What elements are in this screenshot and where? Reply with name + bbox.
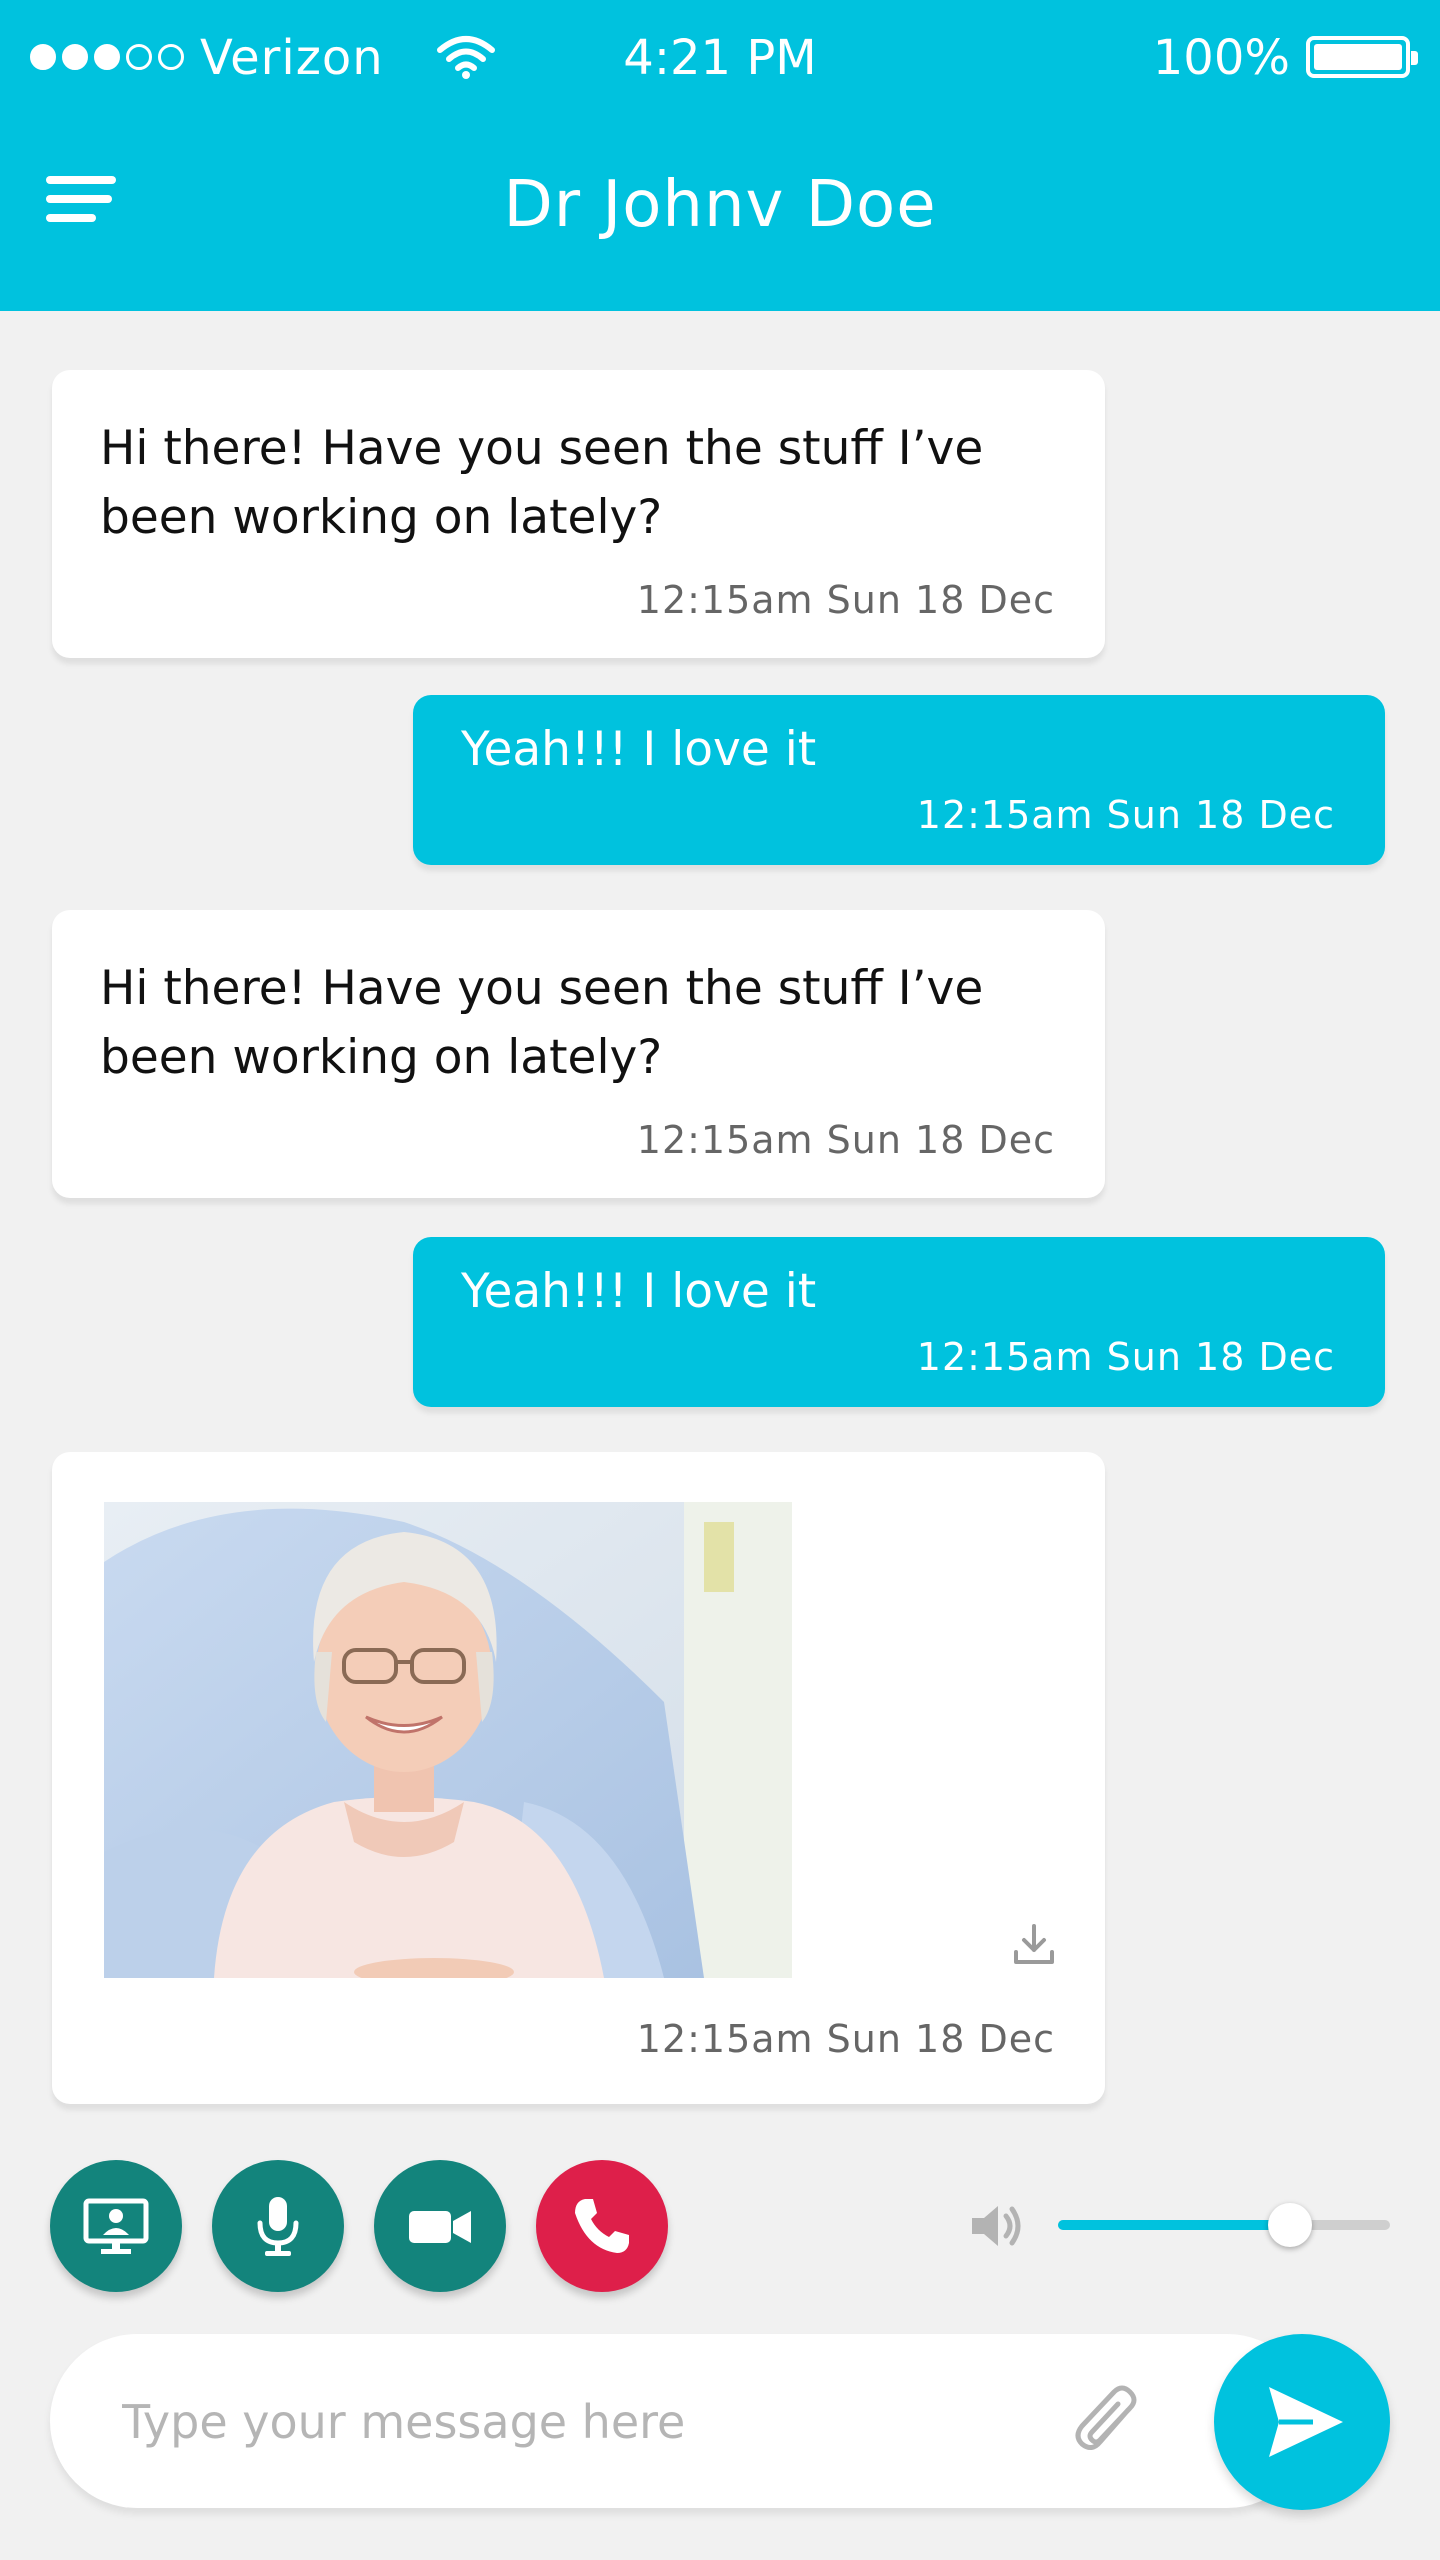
- message-text: Yeah!!! I love it: [461, 1264, 817, 1319]
- page-title: Dr Johnv Doe: [503, 168, 937, 242]
- message-timestamp: 12:15am Sun 18 Dec: [916, 793, 1335, 837]
- photo-illustration: [104, 1502, 792, 1978]
- screen-share-button[interactable]: [50, 2160, 182, 2292]
- paperclip-icon[interactable]: [1066, 2380, 1152, 2466]
- screen-share-icon: [83, 2198, 149, 2254]
- message-text: Hi there! Have you seen the stuff I’ve b…: [100, 961, 984, 1085]
- end-call-button[interactable]: [536, 2160, 668, 2292]
- volume-slider-handle[interactable]: [1268, 2203, 1313, 2247]
- message-incoming: Hi there! Have you seen the stuff I’ve b…: [52, 910, 1105, 1198]
- patient-photo[interactable]: [104, 1502, 792, 1978]
- phone-end-icon: [575, 2199, 629, 2253]
- message-text: Hi there! Have you seen the stuff I’ve b…: [100, 421, 984, 545]
- microphone-button[interactable]: [212, 2160, 344, 2292]
- app-header: Verizon 4:21 PM 100% Dr Johnv Doe: [0, 0, 1440, 311]
- message-incoming: Hi there! Have you seen the stuff I’ve b…: [52, 370, 1105, 658]
- message-incoming-image: 12:15am Sun 18 Dec: [52, 1452, 1105, 2104]
- volume-slider[interactable]: [1058, 2200, 1390, 2250]
- nav-bar: Dr Johnv Doe: [0, 150, 1440, 260]
- status-bar: Verizon 4:21 PM 100%: [0, 0, 1440, 120]
- message-outgoing: Yeah!!! I love it 12:15am Sun 18 Dec: [413, 1237, 1385, 1407]
- message-timestamp: 12:15am Sun 18 Dec: [916, 1335, 1335, 1379]
- microphone-icon: [257, 2197, 299, 2256]
- message-timestamp: 12:15am Sun 18 Dec: [636, 1118, 1055, 1162]
- video-camera-icon: [409, 2211, 471, 2243]
- video-camera-button[interactable]: [374, 2160, 506, 2292]
- send-button[interactable]: [1214, 2334, 1390, 2510]
- send-icon: [1269, 2387, 1343, 2457]
- battery-icon: [1306, 36, 1418, 78]
- message-outgoing: Yeah!!! I love it 12:15am Sun 18 Dec: [413, 695, 1385, 865]
- message-text: Yeah!!! I love it: [461, 722, 817, 777]
- message-timestamp: 12:15am Sun 18 Dec: [636, 578, 1055, 622]
- download-icon[interactable]: [1011, 1922, 1057, 1968]
- message-timestamp: 12:15am Sun 18 Dec: [636, 2017, 1055, 2061]
- battery-percent: 100%: [1152, 30, 1290, 86]
- volume-level-fill: [1058, 2220, 1291, 2230]
- message-input[interactable]: [122, 2386, 1022, 2458]
- volume-icon[interactable]: [966, 2196, 1026, 2256]
